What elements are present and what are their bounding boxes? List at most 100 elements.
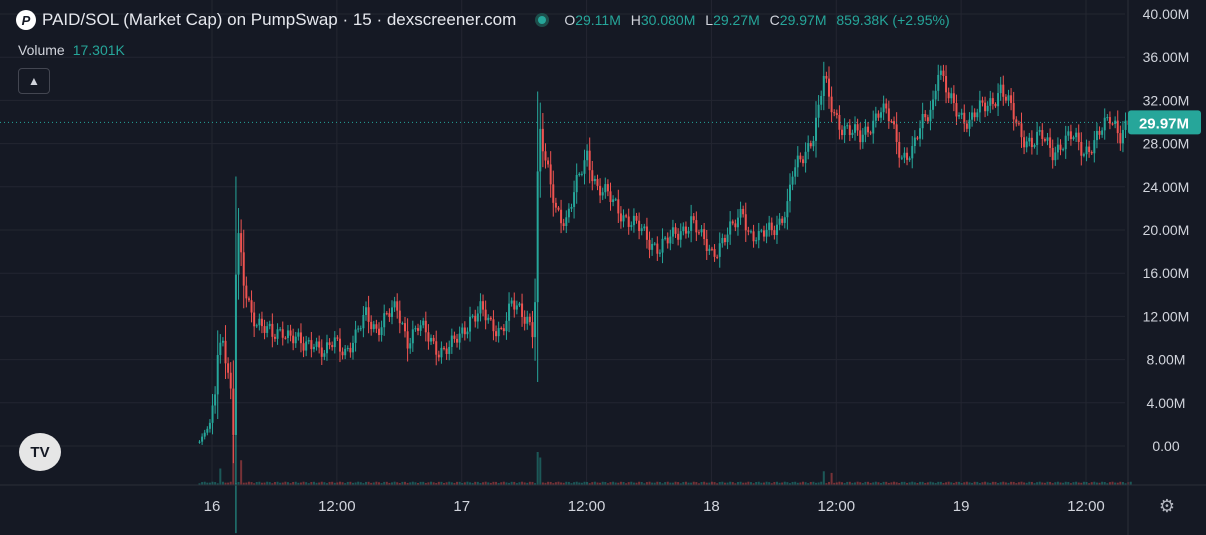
candle-body [669, 236, 672, 244]
candlestick-chart[interactable]: 40.00M 36.00M 32.00M 28.00M 24.00M 20.00M 16.0… [0, 0, 1206, 535]
candle-body [526, 316, 529, 324]
candle-body [924, 113, 927, 118]
candle-body [846, 125, 849, 127]
pair-title: PAID/SOL (Market Cap) on PumpSwap · 15 ·… [42, 10, 517, 29]
candle-body [809, 142, 812, 147]
candle-body [271, 323, 274, 337]
candle-body [377, 328, 380, 336]
volume-label: Volume [18, 42, 65, 58]
candle-body [203, 432, 206, 437]
last-price-label: 29.97M [1139, 115, 1189, 132]
candle-body [833, 112, 836, 114]
candle-body [601, 192, 604, 196]
candle-body [921, 113, 924, 129]
candle-body [950, 93, 953, 99]
candle-body [401, 323, 404, 325]
candle-body [1041, 130, 1044, 139]
candle-body [1049, 137, 1052, 148]
candle-body [822, 75, 825, 97]
candle-body [466, 331, 469, 335]
open-key: O [564, 12, 576, 28]
candle-body [651, 243, 654, 250]
candle-body [877, 113, 880, 118]
candle-body [939, 70, 942, 75]
candle-body [284, 337, 287, 339]
candle-body [1106, 117, 1109, 119]
candle-body [1069, 131, 1072, 140]
candle-body [424, 320, 427, 333]
candle-body [934, 90, 937, 100]
candle-body [286, 330, 289, 338]
candle-body [687, 230, 690, 234]
candle-body [684, 226, 687, 234]
tradingview-logo-icon[interactable]: TV [19, 433, 61, 471]
y-tick-label: 20.00M [1143, 222, 1190, 238]
candle-body [294, 336, 297, 344]
candle-body [263, 326, 266, 333]
candle-body [900, 157, 903, 159]
candle-body [393, 301, 396, 308]
candle-body [768, 222, 771, 230]
candle-body [612, 199, 615, 203]
candle-body [947, 92, 950, 99]
candle-body [1023, 137, 1026, 148]
candle-body [437, 354, 440, 358]
candle-body [500, 328, 503, 330]
candle-body [1012, 103, 1015, 120]
candle-body [700, 229, 703, 233]
candle-body [471, 315, 474, 317]
candle-body [765, 229, 768, 237]
candle-body [547, 160, 550, 165]
candle-body [773, 230, 776, 236]
candle-body [968, 119, 971, 129]
candle-body [1077, 132, 1080, 142]
candle-body [404, 323, 407, 332]
x-tick-label: 18 [703, 498, 720, 515]
candle-body [971, 112, 974, 120]
candle-body [708, 248, 711, 251]
volume-bar [219, 468, 222, 485]
candle-body [331, 345, 334, 348]
candle-body [929, 109, 932, 122]
settings-button[interactable]: ⚙ [1156, 495, 1178, 517]
candle-body [578, 173, 581, 176]
candle-body [807, 142, 810, 152]
candle-body [247, 298, 250, 301]
x-tick-label: 12:00 [1067, 498, 1105, 515]
candle-body [744, 214, 747, 231]
candle-body [664, 237, 667, 239]
candle-body [1020, 123, 1023, 138]
candle-body [440, 347, 443, 358]
candle-body [406, 331, 409, 349]
candle-body [417, 328, 420, 331]
candle-body [666, 237, 669, 244]
candle-body [635, 215, 638, 221]
candle-body [677, 233, 680, 240]
candle-body [908, 158, 911, 160]
candle-body [817, 104, 820, 118]
candle-body [867, 126, 870, 133]
candle-body [755, 240, 758, 242]
candle-body [560, 209, 563, 224]
candle-body [448, 346, 451, 354]
candle-body [991, 98, 994, 104]
candle-body [279, 329, 282, 331]
candle-body [508, 303, 511, 321]
candle-body [903, 152, 906, 158]
y-tick-label: 24.00M [1143, 179, 1190, 195]
candle-body [820, 96, 823, 105]
candle-body [250, 300, 253, 313]
collapse-legend-button[interactable]: ▲ [18, 68, 50, 94]
candle-body [632, 215, 635, 226]
candle-body [208, 422, 211, 429]
y-tick-label: 32.00M [1143, 92, 1190, 108]
candle-body [885, 103, 888, 109]
candle-body [544, 151, 547, 161]
candle-body [965, 123, 968, 129]
y-tick-label: 8.00M [1147, 352, 1186, 368]
candle-body [318, 341, 321, 348]
candle-body [1064, 135, 1067, 150]
candle-body [385, 313, 388, 315]
candle-body [427, 332, 430, 342]
y-tick-label: 0.00 [1152, 438, 1179, 454]
